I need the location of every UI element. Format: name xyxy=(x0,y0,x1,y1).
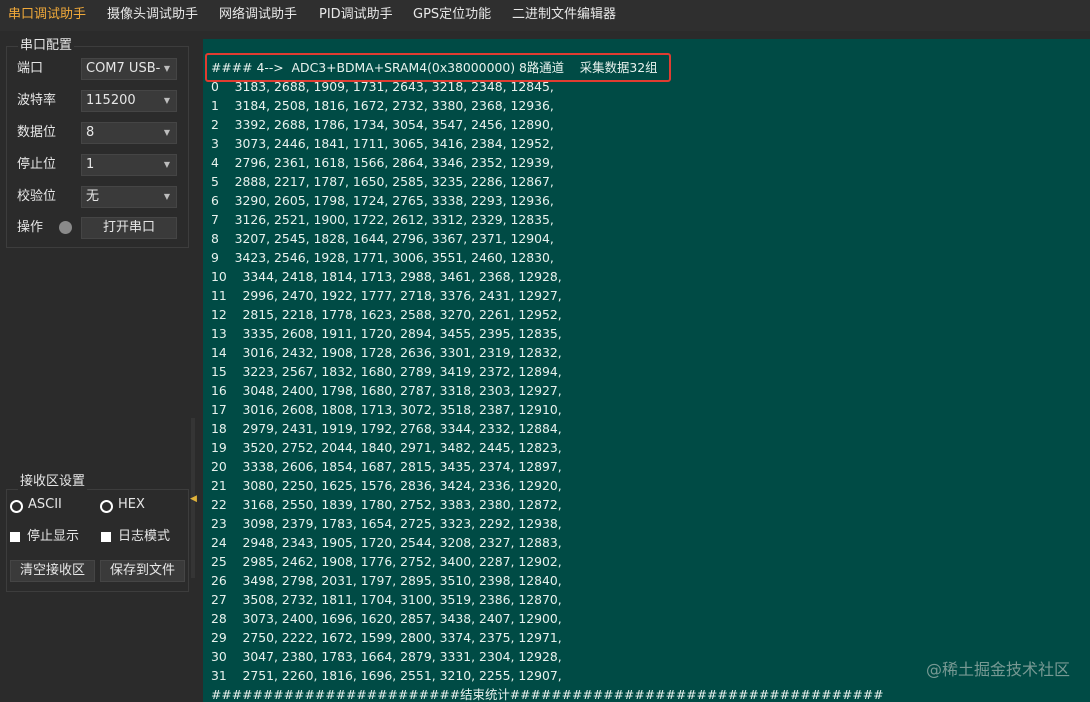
terminal-line: 21 3080, 2250, 1625, 1576, 2836, 3424, 2… xyxy=(211,478,562,493)
databits-label: 数据位 xyxy=(17,125,57,140)
sidebar: 串口配置 端口 COM7 USB- ▼ 波特率 115200 ▼ 数据位 8 ▼… xyxy=(0,31,202,702)
terminal-line: 17 3016, 2608, 1808, 1713, 3072, 3518, 2… xyxy=(211,402,562,417)
terminal-line: 28 3073, 2400, 1696, 1620, 2857, 3438, 2… xyxy=(211,611,562,626)
tab-gps[interactable]: GPS定位功能 xyxy=(413,0,491,30)
terminal-line: 12 2815, 2218, 1778, 1623, 2588, 3270, 2… xyxy=(211,307,562,322)
chevron-down-icon: ▼ xyxy=(163,96,170,105)
databits-value: 8 xyxy=(86,125,95,140)
terminal-line: 23 3098, 2379, 1783, 1654, 2725, 3323, 2… xyxy=(211,516,562,531)
stopbits-label: 停止位 xyxy=(17,157,57,172)
terminal-line: 15 3223, 2567, 1832, 1680, 2789, 3419, 2… xyxy=(211,364,562,379)
port-select[interactable]: COM7 USB- ▼ xyxy=(81,58,177,80)
terminal-line: 8 3207, 2545, 1828, 1644, 2796, 3367, 23… xyxy=(211,231,554,246)
terminal-line: 11 2996, 2470, 1922, 1777, 2718, 3376, 2… xyxy=(211,288,562,303)
terminal-line: 2 3392, 2688, 1786, 1734, 3054, 3547, 24… xyxy=(211,117,554,132)
serial-config-title: 串口配置 xyxy=(18,38,75,54)
terminal-line: 18 2979, 2431, 1919, 1792, 2768, 3344, 2… xyxy=(211,421,562,436)
terminal-line: 6 3290, 2605, 1798, 1724, 2765, 3338, 22… xyxy=(211,193,554,208)
terminal-line: 30 3047, 2380, 1783, 1664, 2879, 3331, 2… xyxy=(211,649,562,664)
terminal-line: 24 2948, 2343, 1905, 1720, 2544, 3208, 2… xyxy=(211,535,562,550)
chevron-down-icon: ▼ xyxy=(163,128,170,137)
chevron-down-icon: ▼ xyxy=(163,192,170,201)
receive-terminal[interactable]: #### 4--> ADC3+BDMA+SRAM4(0x38000000) 8路… xyxy=(203,39,1090,702)
terminal-line: 5 2888, 2217, 1787, 1650, 2585, 3235, 22… xyxy=(211,174,554,189)
parity-select[interactable]: 无 ▼ xyxy=(81,186,177,208)
baud-value: 115200 xyxy=(86,93,136,108)
hex-label: HEX xyxy=(118,497,145,512)
terminal-line: 29 2750, 2222, 1672, 1599, 2800, 3374, 2… xyxy=(211,630,562,645)
parity-value: 无 xyxy=(86,189,100,204)
stopbits-select[interactable]: 1 ▼ xyxy=(81,154,177,176)
save-to-file-button[interactable]: 保存到文件 xyxy=(100,560,185,582)
terminal-line: 3 3073, 2446, 1841, 1711, 3065, 3416, 23… xyxy=(211,136,554,151)
chevron-down-icon: ▼ xyxy=(163,160,170,169)
terminal-line: 26 3498, 2798, 2031, 1797, 2895, 3510, 2… xyxy=(211,573,562,588)
terminal-line: 4 2796, 2361, 1618, 1566, 2864, 3346, 23… xyxy=(211,155,554,170)
operation-label: 操作 xyxy=(17,220,44,235)
terminal-line: 0 3183, 2688, 1909, 1731, 2643, 3218, 23… xyxy=(211,79,554,94)
top-tab-bar: 串口调试助手 摄像头调试助手 网络调试助手 PID调试助手 GPS定位功能 二进… xyxy=(0,0,1090,31)
terminal-line: 22 3168, 2550, 1839, 1780, 2752, 3383, 2… xyxy=(211,497,562,512)
ascii-label: ASCII xyxy=(28,497,62,512)
terminal-line: 31 2751, 2260, 1816, 1696, 2551, 3210, 2… xyxy=(211,668,562,683)
terminal-line: 25 2985, 2462, 1908, 1776, 2752, 3400, 2… xyxy=(211,554,562,569)
baud-label: 波特率 xyxy=(17,93,57,108)
chevron-down-icon: ▼ xyxy=(163,64,170,73)
tab-serial-assistant[interactable]: 串口调试助手 xyxy=(8,0,86,30)
log-mode-checkbox[interactable] xyxy=(101,532,111,542)
ascii-radio[interactable] xyxy=(10,500,23,513)
receive-settings-title: 接收区设置 xyxy=(18,474,88,490)
tab-camera-assistant[interactable]: 摄像头调试助手 xyxy=(107,0,198,30)
open-port-button[interactable]: 打开串口 xyxy=(81,217,177,239)
terminal-footer-line: ########################结束统计############… xyxy=(211,687,884,702)
status-indicator-icon xyxy=(59,221,72,234)
terminal-line: 9 3423, 2546, 1928, 1771, 3006, 3551, 24… xyxy=(211,250,554,265)
terminal-line: 16 3048, 2400, 1798, 1680, 2787, 3318, 2… xyxy=(211,383,562,398)
terminal-line: 13 3335, 2608, 1911, 1720, 2894, 3455, 2… xyxy=(211,326,562,341)
tab-pid-assistant[interactable]: PID调试助手 xyxy=(319,0,393,30)
terminal-line: 20 3338, 2606, 1854, 1687, 2815, 3435, 2… xyxy=(211,459,562,474)
clear-receive-button[interactable]: 清空接收区 xyxy=(10,560,95,582)
log-mode-label: 日志模式 xyxy=(118,529,171,544)
terminal-line: 10 3344, 2418, 1814, 1713, 2988, 3461, 2… xyxy=(211,269,562,284)
terminal-line: 7 3126, 2521, 1900, 1722, 2612, 3312, 23… xyxy=(211,212,554,227)
watermark: @稀土掘金技术社区 xyxy=(925,660,1070,679)
stop-display-label: 停止显示 xyxy=(27,529,80,544)
stopbits-value: 1 xyxy=(86,157,95,172)
terminal-header-line: #### 4--> ADC3+BDMA+SRAM4(0x38000000) 8路… xyxy=(211,60,658,75)
databits-select[interactable]: 8 ▼ xyxy=(81,122,177,144)
tab-binary-editor[interactable]: 二进制文件编辑器 xyxy=(512,0,616,30)
hex-radio[interactable] xyxy=(100,500,113,513)
port-value: COM7 USB- xyxy=(86,61,161,76)
baud-select[interactable]: 115200 ▼ xyxy=(81,90,177,112)
terminal-line: 1 3184, 2508, 1816, 1672, 2732, 3380, 23… xyxy=(211,98,554,113)
port-label: 端口 xyxy=(17,61,44,76)
terminal-line: 27 3508, 2732, 1811, 1704, 3100, 3519, 2… xyxy=(211,592,562,607)
collapse-left-icon[interactable]: ◀ xyxy=(190,494,197,504)
parity-label: 校验位 xyxy=(17,189,57,204)
terminal-line: 14 3016, 2432, 1908, 1728, 2636, 3301, 2… xyxy=(211,345,562,360)
stop-display-checkbox[interactable] xyxy=(10,532,20,542)
tab-network-assistant[interactable]: 网络调试助手 xyxy=(219,0,297,30)
terminal-line: 19 3520, 2752, 2044, 1840, 2971, 3482, 2… xyxy=(211,440,562,455)
